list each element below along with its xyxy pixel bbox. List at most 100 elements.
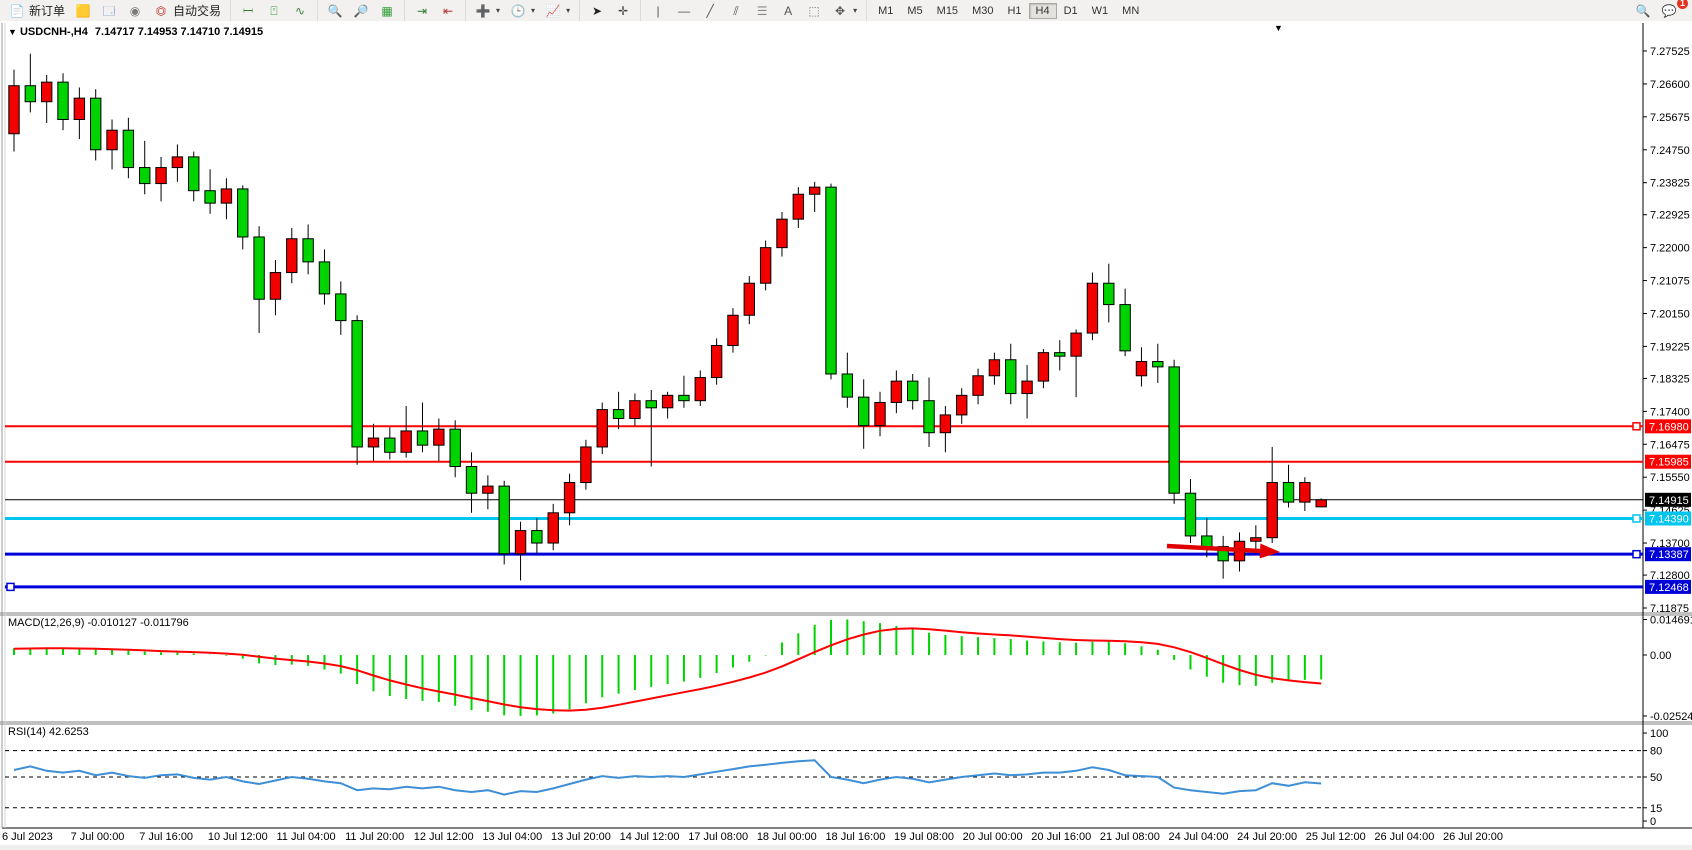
time-axis-label: 12 Jul 12:00	[414, 831, 474, 843]
arrows-button[interactable]: ✥▾	[827, 2, 862, 20]
crosshair-button[interactable]: ✛	[610, 2, 636, 20]
candle-body	[597, 410, 607, 447]
auto-trading-funnel-icon: ⏣	[153, 3, 169, 19]
timeframe-m1[interactable]: M1	[871, 3, 900, 19]
line-handle[interactable]	[1633, 423, 1640, 430]
tile-windows-button[interactable]: ▦	[374, 2, 400, 20]
candle-body	[1104, 283, 1114, 304]
equidistant-channel-button[interactable]: ⫽	[723, 2, 749, 20]
timeframe-mn[interactable]: MN	[1115, 3, 1146, 19]
toolbar-group-scroll: ⇥ ⇤	[404, 0, 465, 21]
candle-body	[842, 374, 852, 397]
cursor-button[interactable]: ➤	[584, 2, 610, 20]
timeframe-h1[interactable]: H1	[1000, 3, 1028, 19]
price-tick-label: 7.24750	[1650, 145, 1690, 157]
line-handle[interactable]	[1633, 551, 1640, 558]
text-label-button[interactable]: ⬚	[801, 2, 827, 20]
line-chart-button[interactable]: ∿	[287, 2, 313, 20]
vertical-line-button[interactable]: |	[645, 2, 671, 20]
toolbar-group-objects: | — ╱ ⫽ ☰ A ⬚ ✥▾	[640, 0, 866, 21]
horizontal-line-button[interactable]: —	[671, 2, 697, 20]
timeframe-m5[interactable]: M5	[900, 3, 929, 19]
timeframe-m30[interactable]: M30	[965, 3, 1000, 19]
candlestick-button[interactable]: ⍞	[261, 2, 287, 20]
fibonacci-icon: ☰	[754, 3, 770, 19]
horizontal-line-icon: —	[676, 3, 692, 19]
candle-body	[1022, 381, 1032, 393]
cursor-icon: ➤	[589, 3, 605, 19]
candle-body	[25, 86, 35, 102]
add-indicator-button[interactable]: ➕▾	[470, 2, 505, 20]
candle-body	[1202, 536, 1212, 547]
time-axis-label: 13 Jul 20:00	[551, 831, 611, 843]
chart-dropdown-arrow-icon[interactable]: ▼	[1274, 23, 1283, 33]
candle-body	[123, 130, 133, 167]
zoom-out-button[interactable]: 🔎	[348, 2, 374, 20]
fibonacci-button[interactable]: ☰	[749, 2, 775, 20]
candle-body	[303, 239, 313, 262]
line-handle[interactable]	[1633, 515, 1640, 522]
gold-button[interactable]: 🟨	[70, 2, 96, 20]
template-button[interactable]: 📈▾	[540, 2, 575, 20]
chart-shift-button[interactable]: ⇤	[435, 2, 461, 20]
candle-body	[858, 397, 868, 425]
chart-canvas[interactable]: 0.0146910.00-0.02524 1008050150 7.275257…	[0, 21, 1692, 850]
timeframe-d1[interactable]: D1	[1057, 3, 1085, 19]
time-axis-label: 25 Jul 12:00	[1306, 831, 1366, 843]
timeframe-m15[interactable]: M15	[930, 3, 965, 19]
time-axis-label: 13 Jul 04:00	[482, 831, 542, 843]
notifications-button[interactable]: 💬 1	[1656, 2, 1682, 20]
rsi-tick-label: 0	[1650, 816, 1656, 828]
chevron-down-icon: ▾	[853, 6, 857, 15]
symbol-ohlc-line: ▼ USDCNH-,H4 7.14717 7.14953 7.14710 7.1…	[8, 26, 263, 38]
time-axis-label: 26 Jul 20:00	[1443, 831, 1503, 843]
auto-trading-button[interactable]: ⏣ 自动交易	[148, 1, 226, 20]
auto-scroll-button[interactable]: ⇥	[409, 2, 435, 20]
template-icon: 📈	[545, 3, 561, 19]
timeframe-h4[interactable]: H4	[1029, 3, 1057, 19]
candle-body	[499, 486, 509, 554]
time-axis-label: 18 Jul 16:00	[825, 831, 885, 843]
price-tick-label: 7.16475	[1650, 439, 1690, 451]
signals-button[interactable]: ◉	[122, 2, 148, 20]
timeframe-w1[interactable]: W1	[1085, 3, 1116, 19]
toolbar-group-indicators: ➕▾ 🕒▾ 📈▾	[465, 0, 579, 21]
candle-body	[336, 294, 346, 321]
toolbar-group-charttype: 𝄩 ⍞ ∿	[230, 0, 317, 21]
candle-body	[760, 248, 770, 284]
candle-body	[1120, 305, 1130, 351]
time-axis-label: 26 Jul 04:00	[1374, 831, 1434, 843]
bar-chart-button[interactable]: 𝄩	[235, 2, 261, 20]
text-label-icon: ⬚	[806, 3, 822, 19]
text-button[interactable]: A	[775, 2, 801, 20]
candle-body	[1283, 483, 1293, 503]
candle-body	[809, 187, 819, 194]
tile-windows-icon: ▦	[379, 3, 395, 19]
candle-body	[450, 429, 460, 466]
crosshair-icon: ✛	[615, 3, 631, 19]
new-order-button[interactable]: 📄 新订单	[4, 1, 70, 20]
search-button[interactable]: 🔍	[1630, 2, 1656, 20]
price-tick-label: 7.22000	[1650, 243, 1690, 255]
collapse-arrow-icon[interactable]: ▼	[8, 27, 17, 37]
candle-body	[613, 410, 623, 419]
zoom-in-button[interactable]: 🔍	[322, 2, 348, 20]
time-axis-label: 18 Jul 00:00	[757, 831, 817, 843]
chart-area[interactable]: ▼ USDCNH-,H4 7.14717 7.14953 7.14710 7.1…	[0, 21, 1692, 850]
chart-window-button[interactable]: 🗔	[96, 2, 122, 20]
candle-body	[532, 531, 542, 543]
candle-body	[238, 189, 248, 237]
search-icon: 🔍	[1635, 3, 1651, 19]
time-axis-label: 10 Jul 12:00	[208, 831, 268, 843]
price-badge-label: 7.15985	[1649, 457, 1689, 469]
add-indicator-icon: ➕	[475, 3, 491, 19]
period-button[interactable]: 🕒▾	[505, 2, 540, 20]
trendline-button[interactable]: ╱	[697, 2, 723, 20]
line-handle[interactable]	[7, 583, 14, 590]
bottom-strip	[0, 845, 1692, 850]
candle-body	[1316, 500, 1326, 507]
new-order-icon: 📄	[9, 3, 25, 19]
time-axis-label: 20 Jul 16:00	[1031, 831, 1091, 843]
chevron-down-icon: ▾	[531, 6, 535, 15]
time-axis-label: 24 Jul 04:00	[1169, 831, 1229, 843]
